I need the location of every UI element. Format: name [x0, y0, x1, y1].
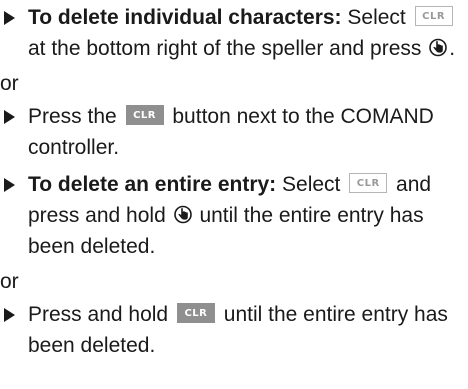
controller-press-icon [173, 206, 192, 224]
or-separator: or [0, 270, 19, 293]
clr-key-icon: CLR [349, 173, 388, 194]
step-press-clr-button: Press the CLR button next to the COMAND … [0, 101, 468, 163]
clr-button-icon: CLR [125, 105, 164, 126]
bullet-triangle-icon [4, 110, 15, 124]
step-text: . [449, 37, 456, 60]
step-delete-characters: To delete individual characters: Select … [0, 2, 468, 64]
step-delete-entry: To delete an entire entry: Select CLR an… [0, 169, 468, 262]
step-text: at the bottom right of the speller and p… [28, 37, 428, 60]
step-text: Press and hold [28, 303, 174, 326]
or-separator: or [0, 72, 19, 95]
step-press-and-hold-clr: Press and hold CLR until the entire entr… [0, 299, 468, 361]
step-heading: To delete individual characters: [28, 6, 342, 29]
clr-key-icon: CLR [414, 6, 453, 27]
clr-button-icon: CLR [176, 303, 215, 324]
bullet-triangle-icon [4, 178, 15, 192]
step-text: Press the [28, 105, 123, 128]
step-heading: To delete an entire entry: [28, 173, 277, 196]
bullet-triangle-icon [4, 11, 15, 25]
step-text: Select [341, 6, 412, 29]
instruction-page: To delete individual characters: Select … [0, 0, 468, 389]
controller-press-icon [429, 39, 448, 57]
step-text: Select [276, 173, 347, 196]
bullet-triangle-icon [4, 308, 15, 322]
